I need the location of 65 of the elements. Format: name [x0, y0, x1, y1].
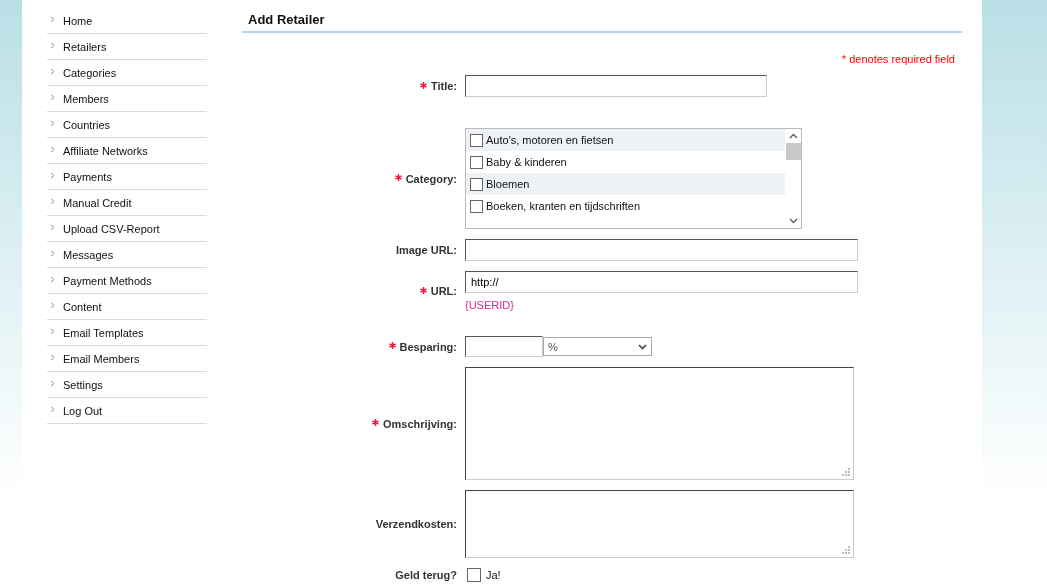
checkbox[interactable]: [467, 568, 481, 582]
required-note: * denotes required field: [841, 53, 955, 65]
field-label: Title:: [430, 80, 457, 92]
nav-link[interactable]: Affiliate Networks: [47, 138, 207, 164]
category-option[interactable]: Boeken, kranten en tijdschriften: [466, 195, 785, 217]
nav-link[interactable]: Settings: [47, 372, 207, 398]
field-label: Category:: [405, 172, 457, 185]
chevron-icon: [50, 93, 55, 101]
field-label: Image URL:: [395, 244, 457, 256]
chevron-icon: [50, 119, 55, 127]
category-list[interactable]: Auto's, motoren en fietsen Baby & kinderen Bloemen Boeken, kranten en tijdschriften: [465, 128, 802, 229]
checkbox[interactable]: [470, 177, 483, 191]
checkbox[interactable]: [470, 155, 483, 169]
nav-link[interactable]: Manual Credit: [47, 190, 207, 216]
input-field[interactable]: [465, 239, 858, 261]
nav-link[interactable]: Email Templates: [47, 320, 207, 346]
nav-link[interactable]: Payments: [47, 164, 207, 190]
nav-link[interactable]: Members: [47, 86, 207, 112]
chevron-icon: [50, 327, 55, 335]
checkbox[interactable]: [470, 199, 483, 213]
nav-link[interactable]: Log Out: [47, 398, 207, 424]
unit-select[interactable]: %: [543, 337, 652, 356]
chevron-icon: [50, 405, 55, 413]
nav-link[interactable]: Content: [47, 294, 207, 320]
chevron-icon: [50, 171, 55, 179]
nav-link[interactable]: Upload CSV-Report: [47, 216, 207, 242]
nav-link[interactable]: Retailers: [47, 34, 207, 60]
chevron-icon: [50, 275, 55, 283]
chevron-icon: [50, 379, 55, 387]
field-label: Besparing:: [399, 340, 457, 353]
chevron-icon: [50, 223, 55, 231]
category-option[interactable]: Auto's, motoren en fietsen: [466, 129, 785, 151]
chevron-icon: [50, 353, 55, 361]
nav-link[interactable]: Home: [47, 8, 207, 34]
chevron-icon: [50, 249, 55, 257]
chevron-icon: [50, 15, 55, 23]
chevron-icon: [50, 145, 55, 153]
nav-link[interactable]: Payment Methods: [47, 268, 207, 294]
caret-icon: [638, 343, 647, 350]
nav-link[interactable]: Messages: [47, 242, 207, 268]
field-label: Omschrijving:: [383, 417, 457, 430]
scroll-down-icon[interactable]: [788, 218, 798, 224]
chevron-icon: [50, 197, 55, 205]
category-option[interactable]: Bloemen: [466, 173, 785, 195]
nav-link[interactable]: Countries: [47, 112, 207, 138]
input-field[interactable]: [465, 336, 543, 357]
input-field[interactable]: [465, 75, 767, 97]
input-field[interactable]: http://: [465, 271, 858, 293]
checkbox[interactable]: [470, 133, 483, 147]
resize-grip-icon[interactable]: [842, 468, 850, 476]
nav-link[interactable]: Categories: [47, 60, 207, 86]
chevron-icon: [50, 67, 55, 75]
category-option[interactable]: Baby & kinderen: [466, 151, 785, 173]
resize-grip-icon[interactable]: [842, 546, 850, 554]
chevron-icon: [50, 41, 55, 49]
field-label: URL:: [430, 285, 457, 297]
hint-text: {USERID}: [465, 299, 515, 311]
scroll-up-icon[interactable]: [788, 133, 798, 139]
scroll-thumb[interactable]: [785, 143, 801, 160]
field-label: Verzendkosten:: [375, 518, 457, 530]
field-label: Geld terug?: [395, 569, 457, 581]
checkbox-label: Ja!: [486, 569, 501, 581]
chevron-icon: [50, 301, 55, 309]
page-title: Add Retailer: [242, 12, 962, 33]
nav-link[interactable]: Email Members: [47, 346, 207, 372]
